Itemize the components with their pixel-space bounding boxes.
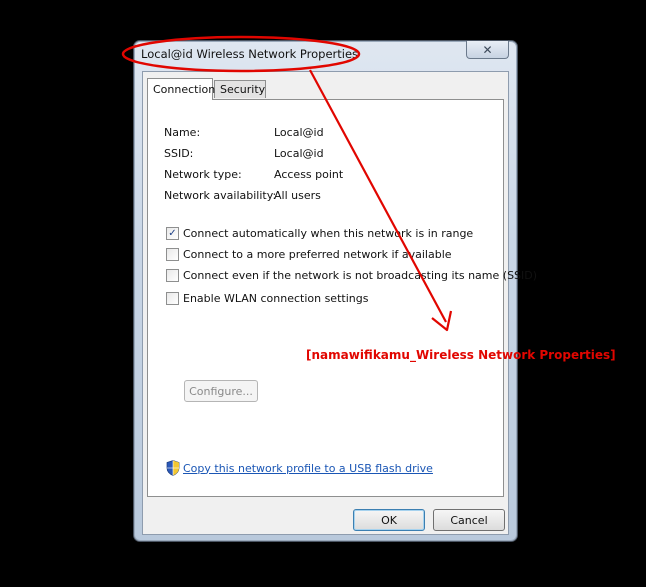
tab-security[interactable]: Security — [214, 80, 266, 98]
cancel-button[interactable]: Cancel — [433, 509, 505, 531]
option-label: Connect to a more preferred network if a… — [183, 247, 452, 261]
option-enable-wlan-settings[interactable]: Enable WLAN connection settings — [166, 290, 368, 306]
checkbox-enable-wlan-settings[interactable] — [166, 291, 179, 305]
ok-button[interactable]: OK — [353, 509, 425, 531]
info-value: Local@id — [274, 147, 324, 160]
checkbox-connect-automatically[interactable]: ✓ — [166, 226, 179, 240]
usb-link-text[interactable]: Copy this network profile to a USB flash… — [183, 462, 433, 475]
option-connect-automatically[interactable]: ✓ Connect automatically when this networ… — [166, 225, 473, 241]
check-icon: ✓ — [168, 227, 177, 239]
option-label: Connect even if the network is not broad… — [183, 268, 538, 282]
option-label: Connect automatically when this network … — [183, 226, 474, 240]
info-value: Access point — [274, 168, 344, 181]
tab-label: Connection — [153, 83, 216, 96]
tab-label: Security — [220, 83, 266, 96]
close-button[interactable]: ✕ — [466, 41, 509, 59]
option-label: Enable WLAN connection settings — [183, 291, 369, 305]
usb-copy-link[interactable]: Copy this network profile to a USB flash… — [166, 460, 433, 476]
info-label: Network availability: — [164, 189, 277, 202]
info-label: Name: — [164, 126, 201, 139]
info-label: Network type: — [164, 168, 242, 181]
option-connect-hidden-ssid[interactable]: Connect even if the network is not broad… — [166, 267, 537, 283]
info-label: SSID: — [164, 147, 194, 160]
annotation-caption: [namawifikamu_Wireless Network Propertie… — [306, 348, 616, 362]
uac-shield-icon — [166, 460, 180, 476]
configure-button[interactable]: Configure... — [184, 380, 258, 402]
connection-panel: Name: Local@id SSID: Local@id Network ty… — [147, 99, 537, 497]
window-title: Local@id Wireless Network Properties — [141, 47, 359, 61]
option-connect-preferred[interactable]: Connect to a more preferred network if a… — [166, 246, 452, 262]
info-value: Local@id — [274, 126, 324, 139]
info-value: All users — [274, 189, 321, 202]
dialog-client-area: Connection Security Name: Local@id SSID:… — [142, 71, 537, 535]
close-icon: ✕ — [482, 42, 493, 57]
title-bar[interactable]: Local@id Wireless Network Properties ✕ — [134, 41, 517, 71]
tab-connection[interactable]: Connection — [147, 78, 216, 100]
properties-window: Local@id Wireless Network Properties ✕ C… — [133, 40, 537, 542]
checkbox-connect-hidden-ssid[interactable] — [166, 268, 179, 282]
checkbox-connect-preferred[interactable] — [166, 247, 179, 261]
